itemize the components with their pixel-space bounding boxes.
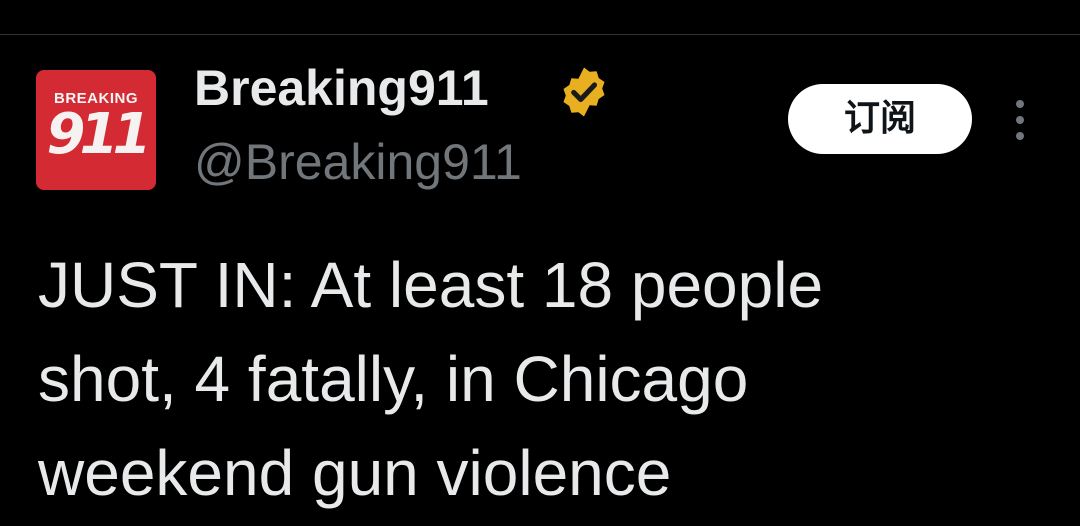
author-display-name[interactable]: Breaking911 bbox=[194, 58, 489, 118]
tweet-text-line: weekend gun violence bbox=[38, 437, 672, 509]
more-vertical-icon[interactable] bbox=[1004, 96, 1036, 144]
avatar[interactable]: BREAKING 911 bbox=[36, 70, 156, 190]
more-dot bbox=[1016, 116, 1024, 124]
avatar-logo-number: 911 bbox=[46, 102, 152, 167]
verified-badge-icon bbox=[563, 67, 605, 117]
more-dot bbox=[1016, 132, 1024, 140]
subscribe-button[interactable]: 订阅 bbox=[788, 84, 972, 154]
author-handle[interactable]: @Breaking911 bbox=[194, 132, 522, 192]
tweet-text-line: shot, 4 fatally, in Chicago bbox=[38, 343, 749, 415]
tweet-text: JUST IN: At least 18 people shot, 4 fata… bbox=[38, 238, 1038, 520]
top-divider bbox=[0, 34, 1080, 35]
tweet-text-line: JUST IN: At least 18 people bbox=[38, 249, 824, 321]
more-dot bbox=[1016, 100, 1024, 108]
